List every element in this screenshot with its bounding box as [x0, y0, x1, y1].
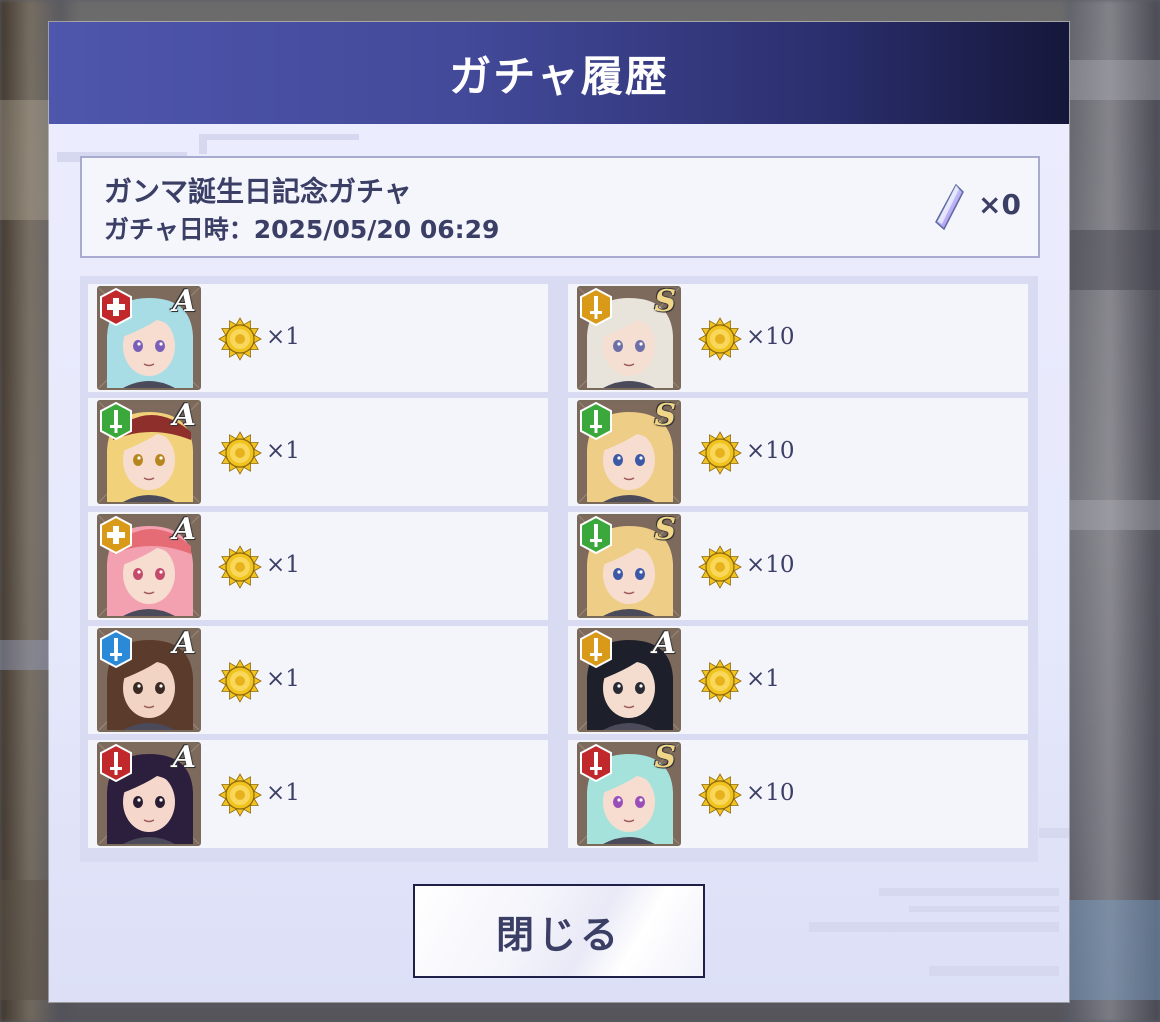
gold-medal-icon [698, 659, 742, 703]
crystal-icon [935, 184, 964, 230]
background-shape [0, 100, 50, 220]
attribute-icon [100, 744, 132, 782]
result-card[interactable]: A ×1 [88, 398, 548, 506]
gacha-name: ガンマ誕生日記念ガチャ [104, 175, 412, 208]
circuit-decoration [909, 906, 1059, 912]
result-card[interactable]: A ×1 [88, 740, 548, 848]
circuit-decoration [199, 134, 359, 140]
attribute-icon [580, 630, 612, 668]
attribute-icon [580, 288, 612, 326]
crystal-cost: ×0 [978, 188, 1021, 221]
close-button-label: 閉じる [495, 912, 622, 957]
result-quantity: ×1 [266, 552, 300, 578]
close-button[interactable]: 閉じる [413, 884, 705, 978]
background-shape [1070, 230, 1160, 290]
circuit-decoration [809, 922, 1059, 932]
gold-medal-icon [218, 317, 262, 361]
rarity-rank: S [654, 742, 676, 775]
rarity-rank: S [654, 286, 676, 319]
result-card[interactable]: A ×1 [88, 626, 548, 734]
attribute-icon [100, 630, 132, 668]
result-quantity: ×10 [746, 438, 795, 464]
gold-medal-icon [218, 545, 262, 589]
result-quantity: ×10 [746, 324, 795, 350]
result-grid: A ×1 S ×10 A ×1 S ×10 A ×1 S ×10 A ×1 A … [80, 276, 1038, 862]
gacha-info-box: ガンマ誕生日記念ガチャ ガチャ日時：2025/05/20 06:29 ×0 [80, 156, 1040, 258]
character-portrait: A [97, 286, 201, 390]
rarity-rank: A [172, 742, 196, 775]
attribute-icon [580, 744, 612, 782]
rarity-rank: S [654, 514, 676, 547]
result-quantity: ×1 [266, 666, 300, 692]
gacha-history-dialog: ガチャ履歴 ガンマ誕生日記念ガチャ ガチャ日時：2025/05/20 06:29… [49, 22, 1069, 1002]
result-card[interactable]: S ×10 [568, 398, 1028, 506]
background-shape [0, 640, 50, 670]
result-card[interactable]: A ×1 [88, 512, 548, 620]
character-portrait: S [577, 286, 681, 390]
circuit-decoration [929, 966, 1059, 976]
character-portrait: S [577, 742, 681, 846]
dialog-header: ガチャ履歴 [49, 22, 1069, 124]
attribute-icon [100, 516, 132, 554]
background-shape [1070, 60, 1160, 100]
gold-medal-icon [698, 545, 742, 589]
result-card[interactable]: A ×1 [568, 626, 1028, 734]
result-quantity: ×1 [746, 666, 780, 692]
result-quantity: ×1 [266, 324, 300, 350]
character-portrait: A [97, 400, 201, 504]
gacha-date: ガチャ日時：2025/05/20 06:29 [104, 215, 500, 244]
rarity-rank: A [172, 286, 196, 319]
background-shape [1070, 900, 1160, 1000]
background-shape [0, 880, 50, 1000]
background-shape [1070, 500, 1160, 530]
result-quantity: ×1 [266, 780, 300, 806]
result-card[interactable]: A ×1 [88, 284, 548, 392]
character-portrait: S [577, 514, 681, 618]
character-portrait: S [577, 400, 681, 504]
dialog-title: ガチャ履歴 [449, 51, 669, 101]
rarity-rank: A [652, 628, 676, 661]
character-portrait: A [97, 628, 201, 732]
result-card[interactable]: S ×10 [568, 512, 1028, 620]
result-quantity: ×10 [746, 780, 795, 806]
character-portrait: A [577, 628, 681, 732]
gold-medal-icon [218, 659, 262, 703]
gold-medal-icon [698, 317, 742, 361]
circuit-decoration [1039, 828, 1069, 838]
attribute-icon [100, 402, 132, 440]
attribute-icon [580, 516, 612, 554]
attribute-icon [100, 288, 132, 326]
rarity-rank: A [172, 628, 196, 661]
gold-medal-icon [698, 431, 742, 475]
gold-medal-icon [698, 773, 742, 817]
gold-medal-icon [218, 773, 262, 817]
circuit-decoration [879, 888, 1059, 896]
character-portrait: A [97, 514, 201, 618]
rarity-rank: A [172, 514, 196, 547]
character-portrait: A [97, 742, 201, 846]
rarity-rank: S [654, 400, 676, 433]
result-quantity: ×10 [746, 552, 795, 578]
result-card[interactable]: S ×10 [568, 740, 1028, 848]
result-card[interactable]: S ×10 [568, 284, 1028, 392]
rarity-rank: A [172, 400, 196, 433]
attribute-icon [580, 402, 612, 440]
gold-medal-icon [218, 431, 262, 475]
result-quantity: ×1 [266, 438, 300, 464]
